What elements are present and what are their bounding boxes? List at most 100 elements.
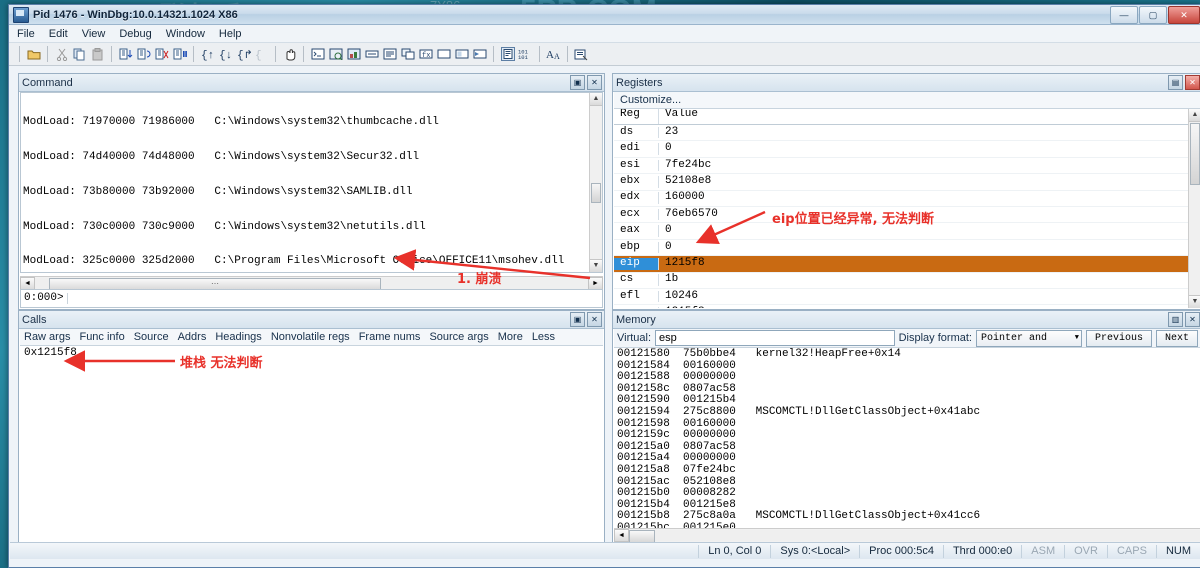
register-value[interactable]: 1b	[659, 274, 1200, 286]
register-row-edi[interactable]: edi 0	[614, 141, 1200, 158]
paste-icon[interactable]	[89, 46, 106, 63]
window-title: Pid 1476 - WinDbg:10.0.14321.1024 X86	[33, 8, 238, 21]
scroll-thumb[interactable]	[591, 183, 601, 203]
calls-option-more[interactable]: More	[498, 331, 523, 343]
undock-icon[interactable]: ▤	[1168, 75, 1183, 90]
register-row-ebx[interactable]: ebx 52108e8	[614, 174, 1200, 191]
hscroll-track[interactable]	[629, 530, 1200, 543]
close-pane-icon[interactable]: ✕	[1185, 312, 1200, 327]
step-over-icon[interactable]	[135, 46, 152, 63]
calls-option-headings[interactable]: Headings	[215, 331, 261, 343]
registers-table-header: Reg Value	[614, 109, 1200, 125]
status-item-ln-0-col-0: Ln 0, Col 0	[698, 544, 770, 558]
font-icon[interactable]: AA	[545, 46, 562, 63]
close-pane-icon[interactable]: ✕	[587, 312, 602, 327]
restart-icon[interactable]: { }	[253, 46, 270, 63]
close-pane-icon[interactable]: ✕	[587, 75, 602, 90]
register-row-efl[interactable]: efl 10246	[614, 289, 1200, 306]
toolbar-separator	[47, 46, 48, 62]
display-format-select[interactable]: Pointer and ▼	[975, 329, 1082, 347]
virtual-address-input[interactable]: esp	[655, 330, 895, 346]
register-value[interactable]: 0	[659, 143, 1200, 155]
calls-option-nonvolatile-regs[interactable]: Nonvolatile regs	[271, 331, 350, 343]
watch-icon[interactable]	[327, 46, 344, 63]
close-pane-icon[interactable]: ✕	[1185, 75, 1200, 90]
menu-item-file[interactable]: File	[17, 28, 35, 40]
trace-icon[interactable]: {↓}	[217, 46, 234, 63]
registers-icon[interactable]	[363, 46, 380, 63]
scroll-up-icon[interactable]: ▲	[1189, 109, 1200, 122]
options-icon[interactable]	[573, 46, 590, 63]
register-row-edx[interactable]: edx 160000	[614, 191, 1200, 207]
memory-horizontal-scrollbar[interactable]: ◄	[614, 528, 1200, 543]
register-value[interactable]: 160000	[659, 192, 1200, 204]
register-row-ds[interactable]: ds 23	[614, 125, 1200, 142]
open-icon[interactable]	[25, 46, 42, 63]
threads-icon[interactable]	[471, 46, 488, 63]
numbers-icon[interactable]: 101 101	[517, 46, 534, 63]
calls-options-bar: Raw args Func info Source Addrs Headings Nonv…	[20, 329, 603, 346]
calls-list[interactable]: 0x1215f8	[20, 346, 603, 542]
toolbar: {↑} {↓} {↱} { } fx 101101 AA	[9, 43, 1200, 66]
scroll-down-icon[interactable]: ▼	[1189, 295, 1200, 308]
menu-item-window[interactable]: Window	[166, 28, 205, 40]
calls-option-source-args[interactable]: Source args	[429, 331, 488, 343]
source-mode-icon[interactable]	[499, 46, 516, 63]
calls-option-addrs[interactable]: Addrs	[178, 331, 207, 343]
copy-icon[interactable]	[71, 46, 88, 63]
command-prompt-label: 0:000>	[21, 292, 68, 305]
calls-option-func-info[interactable]: Func info	[79, 331, 124, 343]
next-button[interactable]: Next	[1155, 329, 1198, 347]
run-icon[interactable]: {↑}	[199, 46, 216, 63]
register-value[interactable]: 1215f8	[659, 307, 1200, 308]
previous-button[interactable]: Previous	[1085, 329, 1152, 347]
memory-dump[interactable]: 00121580 75b0bbe4 kernel32!HeapFree+0x14…	[614, 348, 1200, 528]
maximize-button[interactable]: ▢	[1139, 6, 1167, 24]
register-row-esp[interactable]: esp1215f8	[614, 305, 1200, 308]
status-item-proc-000-5c4: Proc 000:5c4	[859, 544, 943, 558]
menu-item-view[interactable]: View	[82, 28, 106, 40]
register-value[interactable]: 1215f8	[659, 257, 1200, 270]
step-into-icon[interactable]	[117, 46, 134, 63]
register-name: edx	[614, 192, 659, 205]
scroll-left-icon[interactable]: ◄	[614, 529, 629, 542]
undock-icon[interactable]: ▣	[570, 75, 585, 90]
memory-icon[interactable]	[381, 46, 398, 63]
svg-text:{↑}: {↑}	[201, 50, 215, 61]
undock-icon[interactable]: ▣	[570, 312, 585, 327]
calls-option-less[interactable]: Less	[532, 331, 555, 343]
menu-item-help[interactable]: Help	[219, 28, 242, 40]
processes-icon[interactable]	[453, 46, 470, 63]
go-up-icon[interactable]: {↱}	[235, 46, 252, 63]
register-row-cs[interactable]: cs 1b	[614, 273, 1200, 289]
calls-option-raw-args[interactable]: Raw args	[24, 331, 70, 343]
register-value[interactable]: 10246	[659, 290, 1200, 303]
cut-icon[interactable]	[53, 46, 70, 63]
undock-icon[interactable]: ▥	[1168, 312, 1183, 327]
minimize-button[interactable]: —	[1110, 6, 1138, 24]
close-button[interactable]: ✕	[1168, 6, 1200, 24]
log-line: ModLoad: 74d40000 74d48000 C:\Windows\sy…	[23, 150, 420, 163]
scroll-up-icon[interactable]: ▲	[590, 93, 602, 106]
disassembly-icon[interactable]: fx	[417, 46, 434, 63]
registers-pane-buttons: ▤ ✕	[1168, 75, 1200, 90]
halt-icon[interactable]	[281, 46, 298, 63]
command-window-icon[interactable]	[309, 46, 326, 63]
register-value[interactable]: 52108e8	[659, 175, 1200, 188]
locals-icon[interactable]	[345, 46, 362, 63]
registers-customize-link[interactable]: Customize...	[614, 92, 1200, 109]
register-value[interactable]: 7fe24bc	[659, 159, 1200, 172]
menu-item-edit[interactable]: Edit	[49, 28, 68, 40]
call-stack-icon[interactable]	[399, 46, 416, 63]
menu-item-debug[interactable]: Debug	[119, 28, 151, 40]
scroll-thumb[interactable]	[1190, 123, 1200, 185]
register-row-esi[interactable]: esi 7fe24bc	[614, 158, 1200, 175]
calls-option-source[interactable]: Source	[134, 331, 169, 343]
calls-option-frame-nums[interactable]: Frame nums	[359, 331, 421, 343]
register-row-eip[interactable]: eip 1215f8	[614, 256, 1200, 273]
register-value[interactable]: 23	[659, 126, 1200, 139]
break-icon[interactable]	[171, 46, 188, 63]
registers-vertical-scrollbar[interactable]: ▲ ▼	[1188, 109, 1200, 308]
step-out-icon[interactable]	[153, 46, 170, 63]
scratch-pad-icon[interactable]	[435, 46, 452, 63]
